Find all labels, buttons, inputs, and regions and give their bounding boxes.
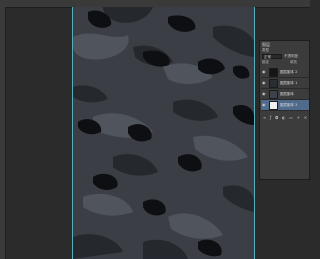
- layer-thumbnail: [269, 79, 278, 88]
- layer-item[interactable]: ◉ 图层副本 2: [261, 67, 309, 78]
- layer-thumbnail: [269, 68, 278, 77]
- layer-item[interactable]: ◉ 图层副本 1: [261, 78, 309, 89]
- fx-icon[interactable]: ƒ: [270, 115, 271, 121]
- layer-item[interactable]: ◉ 图层副本: [261, 89, 309, 100]
- layers-panel: 图层 类型 正常 不透明度 锁定 填充 ◉ 图层副本 2 ◉ 图层副本 1 ◉ …: [259, 40, 310, 180]
- visibility-eye-icon[interactable]: ◉: [262, 70, 266, 74]
- panel-title: 图层: [262, 42, 270, 47]
- link-icon[interactable]: ∞: [263, 115, 266, 121]
- opacity-label: 不透明度: [284, 54, 298, 58]
- new-layer-icon[interactable]: +: [297, 115, 300, 121]
- folder-icon[interactable]: ▭: [289, 115, 293, 121]
- layer-item-selected[interactable]: ◉ 图层副本 3: [261, 100, 309, 111]
- blend-mode-select[interactable]: 正常: [262, 54, 282, 59]
- visibility-eye-icon[interactable]: ◉: [262, 81, 266, 85]
- document-canvas[interactable]: [73, 7, 254, 259]
- lock-label: 锁定: [262, 60, 269, 64]
- layer-name: 图层副本 1: [280, 81, 298, 85]
- vertical-ruler: [0, 7, 6, 259]
- visibility-eye-icon[interactable]: ◉: [262, 103, 266, 107]
- kind-filter[interactable]: 类型: [262, 48, 269, 53]
- fill-label: 填充: [290, 60, 297, 64]
- adjustment-icon[interactable]: ◐: [282, 115, 286, 121]
- guide-right[interactable]: [254, 7, 255, 259]
- guide-left[interactable]: [72, 7, 73, 259]
- mask-icon[interactable]: ◘: [275, 115, 278, 121]
- layer-thumbnail: [269, 101, 278, 110]
- blend-mode-value: 正常: [264, 55, 271, 59]
- trash-icon[interactable]: ✕: [304, 115, 307, 121]
- visibility-eye-icon[interactable]: ◉: [262, 92, 266, 96]
- camouflage-pattern: [73, 7, 254, 259]
- layer-name: 图层副本 3: [280, 103, 298, 107]
- layer-thumbnail: [269, 90, 278, 99]
- kind-label: 类型: [262, 48, 269, 52]
- layer-name: 图层副本 2: [280, 70, 298, 74]
- layer-name: 图层副本: [280, 92, 294, 96]
- layers-footer-toolbar: ∞ ƒ ◘ ◐ ▭ + ✕: [261, 115, 309, 121]
